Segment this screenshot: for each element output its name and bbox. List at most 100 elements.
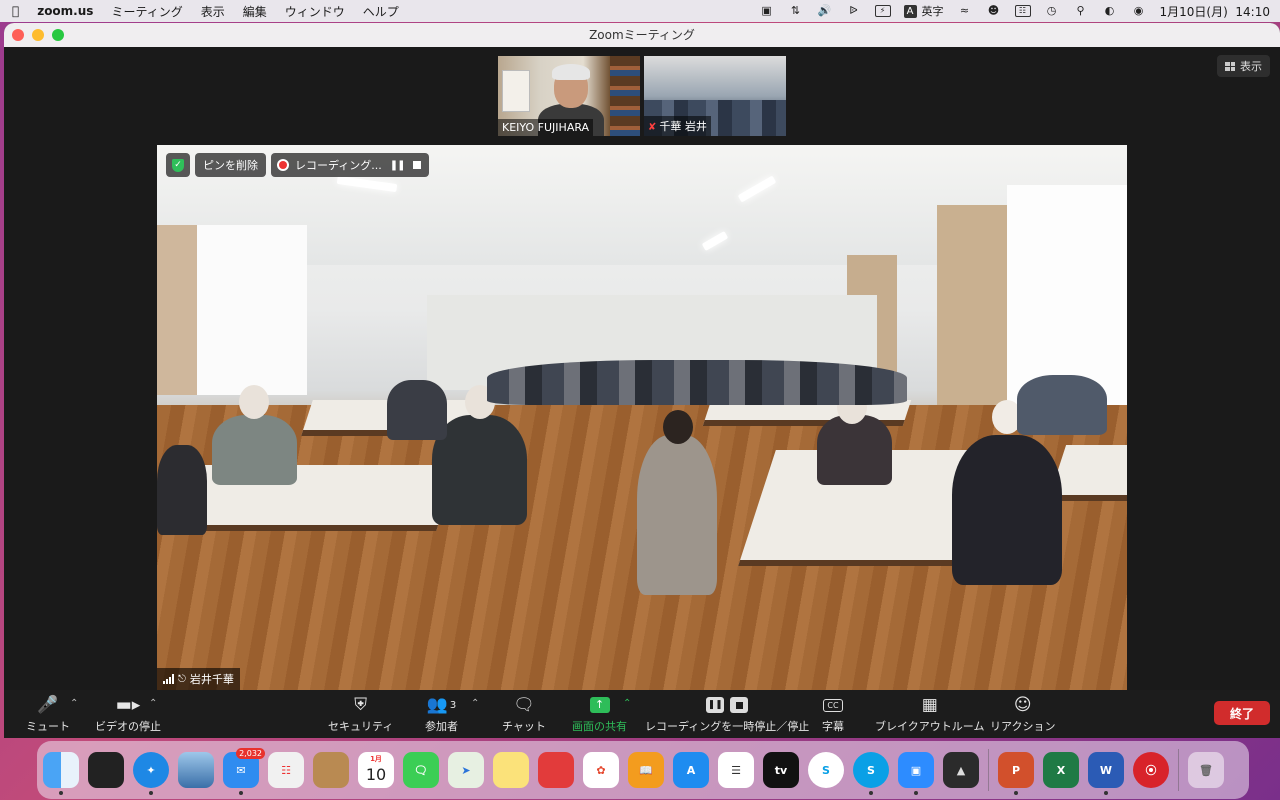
trend-micro-icon[interactable]: ⦿ [1133, 752, 1169, 788]
share-options-caret[interactable]: ⌃ [623, 698, 631, 709]
menu-app-name[interactable]: zoom.us [37, 4, 93, 18]
end-meeting-button[interactable]: 終了 [1214, 701, 1270, 725]
share-screen-button[interactable]: ↑ 画面の共有 [572, 694, 627, 734]
breakout-rooms-button[interactable]: ▦ ブレイクアウトルーム [875, 694, 984, 734]
audio-options-caret[interactable]: ⌃ [70, 698, 78, 709]
unpin-button-label: ピンを削除 [203, 159, 258, 172]
chat-button[interactable]: 🗨 チャット [502, 694, 546, 734]
menu-view[interactable]: 表示 [201, 3, 225, 20]
recording-control-button[interactable]: ❚❚ レコーディングを一時停止／停止 [645, 694, 809, 734]
macos-dock: ✦ ✉ 2,032 ☷ 1月 10 🗨 ➤ ✿ 📖 A ☰ tv S S ▣ ▲ … [37, 741, 1249, 799]
input-method-label[interactable]: 英字 [922, 3, 944, 19]
shield-check-icon: ✓ [172, 158, 184, 172]
photo-booth-icon[interactable] [538, 752, 574, 788]
messages-icon[interactable]: 🗨 [403, 752, 439, 788]
zoom-status-icon[interactable]: ▣ [759, 5, 775, 17]
notes-icon[interactable] [493, 752, 529, 788]
keyboard-icon[interactable]: ☷ [1014, 5, 1031, 17]
breakout-grid-icon: ▦ [921, 695, 938, 715]
recording-indicator: レコーディング... ❚❚ [271, 153, 429, 177]
video-camera-icon: ▬▸ [115, 695, 141, 715]
pause-recording-icon[interactable]: ❚❚ [390, 160, 406, 171]
apple-icon[interactable]:  [12, 4, 19, 18]
participant-thumbnail[interactable]: KEIYO FUJIHARA [498, 56, 640, 136]
safari-icon[interactable]: ✦ [133, 752, 169, 795]
menu-help[interactable]: ヘルプ [363, 3, 399, 20]
security-button[interactable]: ⛨ セキュリティ [328, 694, 393, 734]
volume-icon[interactable]: 🔊 [817, 5, 833, 17]
calendar-day: 10 [365, 764, 387, 784]
skype-alt-icon[interactable]: S [853, 752, 889, 795]
participants-label: 参加者 [425, 720, 458, 733]
video-overlay-controls: ✓ ピンを削除 レコーディング... ❚❚ [166, 153, 429, 177]
calendar-icon[interactable]: 1月 10 [358, 752, 394, 788]
skype-icon[interactable]: S [808, 752, 844, 788]
excel-icon[interactable]: X [1043, 752, 1079, 788]
siri-icon[interactable]: ◉ [1131, 5, 1147, 17]
participant-hair [552, 64, 590, 80]
attendee [1017, 375, 1107, 435]
attendee [387, 380, 447, 440]
books-icon[interactable]: 📖 [628, 752, 664, 788]
fullscreen-window-button[interactable] [52, 29, 64, 41]
background-poster [502, 70, 530, 112]
curtain-right [937, 205, 1007, 405]
finder-app-icon[interactable] [43, 752, 79, 795]
time-machine-icon[interactable]: ◷ [1044, 5, 1060, 17]
photos-icon[interactable]: ✿ [583, 752, 619, 788]
view-button[interactable]: 表示 [1217, 55, 1270, 77]
bluetooth-icon[interactable]: ᐉ [846, 5, 862, 17]
powerpoint-icon[interactable]: P [998, 752, 1034, 795]
participants-button[interactable]: 👥 3 参加者 [425, 694, 458, 734]
contacts-icon[interactable] [313, 752, 349, 788]
control-center-icon[interactable]: ◐ [1102, 5, 1118, 17]
participants-options-caret[interactable]: ⌃ [471, 698, 479, 709]
word-icon[interactable]: W [1088, 752, 1124, 795]
captions-button[interactable]: CC 字幕 [822, 694, 844, 734]
pinned-video[interactable]: ✓ ピンを削除 レコーディング... ❚❚ ⎋ 岩井千華 [157, 145, 1127, 690]
reminders-icon[interactable]: ☰ [718, 752, 754, 788]
migration-assistant-icon[interactable]: ▲ [943, 752, 979, 788]
dock-separator [988, 749, 989, 791]
share-screen-label: 画面の共有 [572, 720, 627, 733]
menubar-clock[interactable]: 1月10日(月) 14:10 [1160, 3, 1270, 20]
launchpad-icon[interactable]: ☷ [268, 752, 304, 788]
sync-icon[interactable]: ⇅ [788, 5, 804, 17]
closed-captions-icon: CC [823, 694, 843, 716]
preview-icon[interactable] [178, 752, 214, 788]
encryption-shield-button[interactable]: ✓ [166, 153, 190, 177]
stop-recording-icon[interactable] [412, 161, 421, 169]
calendar-month: 1月 [370, 755, 382, 763]
menu-window[interactable]: ウィンドウ [285, 3, 345, 20]
battery-icon[interactable]: ⚡ [874, 5, 891, 17]
close-window-button[interactable] [12, 29, 24, 41]
mute-label: ミュート [26, 720, 70, 733]
maps-icon[interactable]: ➤ [448, 752, 484, 788]
mission-control-icon[interactable] [88, 752, 124, 788]
apple-tv-icon[interactable]: tv [763, 752, 799, 788]
minimize-window-button[interactable] [32, 29, 44, 41]
wifi-icon[interactable]: ≈ [957, 5, 973, 17]
user-icon[interactable]: ☻ [986, 5, 1002, 17]
curtain-left [157, 225, 197, 395]
trash-icon[interactable]: 🗑 [1188, 752, 1224, 788]
menu-meeting[interactable]: ミーティング [111, 3, 182, 20]
room-window-right [1007, 185, 1127, 405]
mute-button[interactable]: 🎤 ミュート [26, 694, 70, 734]
spotlight-search-icon[interactable]: ⚲ [1073, 5, 1089, 17]
audience-row [487, 360, 907, 405]
mail-icon[interactable]: ✉ 2,032 [223, 748, 265, 795]
meeting-stage: 表示 KEIYO FUJIHARA ✘ 千華 岩井 ✓ ピンを削除 レコーディン… [4, 47, 1280, 690]
view-button-label: 表示 [1240, 60, 1262, 73]
reactions-button[interactable]: ☺ リアクション [990, 694, 1055, 734]
zoom-icon[interactable]: ▣ [898, 752, 934, 795]
pin-icon: ⎋ [178, 673, 186, 685]
security-shield-icon: ⛨ [354, 695, 368, 715]
input-method-icon[interactable]: A [903, 4, 917, 18]
participant-thumbnail[interactable]: ✘ 千華 岩井 [644, 56, 786, 136]
menu-edit[interactable]: 編集 [243, 3, 267, 20]
app-store-icon[interactable]: A [673, 752, 709, 788]
video-options-caret[interactable]: ⌃ [149, 698, 157, 709]
unpin-button[interactable]: ピンを削除 [195, 153, 266, 177]
share-screen-icon: ↑ [589, 694, 610, 716]
